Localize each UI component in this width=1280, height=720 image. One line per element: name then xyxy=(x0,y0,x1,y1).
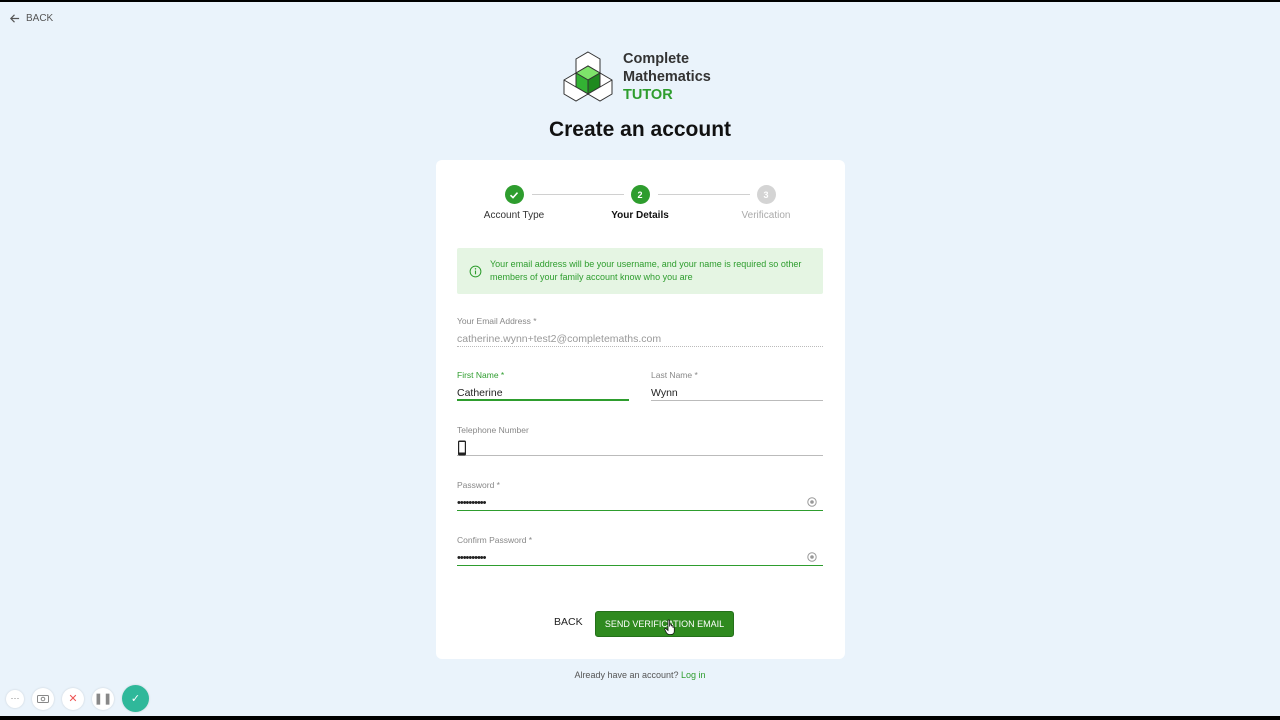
phone-input[interactable] xyxy=(457,440,823,456)
stepper: Account Type 2 Your Details 3 Verificati… xyxy=(436,185,845,230)
camera-icon[interactable] xyxy=(32,687,54,710)
pause-icon[interactable]: ❚❚ xyxy=(92,687,114,710)
check-icon xyxy=(509,191,519,199)
step-1-circle xyxy=(504,185,524,204)
step-2-label: Your Details xyxy=(611,210,669,221)
email-field: Your Email Address * catherine.wynn+test… xyxy=(457,316,823,347)
show-password-icon[interactable] xyxy=(807,497,817,507)
page-title: Create an account xyxy=(548,118,732,141)
finish-recording-icon[interactable]: ✓ xyxy=(122,685,149,712)
step-verification: 3 Verification xyxy=(716,185,816,221)
confirm-password-value: •••••••••• xyxy=(457,552,486,564)
email-input: catherine.wynn+test2@completemaths.com xyxy=(457,331,823,347)
show-confirm-password-icon[interactable] xyxy=(807,552,817,562)
confirm-password-label: Confirm Password * xyxy=(457,535,533,545)
step-3-label: Verification xyxy=(741,210,791,221)
logo: Complete Mathematics TUTOR xyxy=(561,50,711,104)
phone-label: Telephone Number xyxy=(457,425,529,435)
confirm-password-field: Confirm Password * •••••••••• xyxy=(457,535,823,566)
cancel-recording-icon[interactable]: ✕ xyxy=(62,687,84,710)
password-label: Password * xyxy=(457,480,500,490)
phone-field: Telephone Number xyxy=(457,425,823,456)
info-alert: Your email address will be your username… xyxy=(457,248,823,294)
step-1-label: Account Type xyxy=(483,210,545,221)
logo-line-2: Mathematics xyxy=(623,69,711,85)
logo-line-3: TUTOR xyxy=(623,87,673,103)
first-name-input[interactable]: Catherine xyxy=(457,385,629,401)
more-options-icon[interactable]: ⋯ xyxy=(6,689,24,708)
password-field: Password * •••••••••• xyxy=(457,480,823,511)
first-name-label: First Name * xyxy=(457,370,505,380)
step-account-type: Account Type xyxy=(464,185,564,221)
confirm-password-input[interactable]: •••••••••• xyxy=(457,550,823,566)
top-back-link[interactable]: BACK xyxy=(9,13,53,24)
email-label: Your Email Address * xyxy=(457,316,537,326)
hand-cursor-icon xyxy=(664,619,675,635)
password-input[interactable]: •••••••••• xyxy=(457,495,823,511)
last-name-field: Last Name * Wynn xyxy=(651,370,823,401)
info-icon xyxy=(469,265,482,277)
arrow-left-icon xyxy=(9,14,20,23)
logo-text: Complete Mathematics TUTOR xyxy=(623,50,711,104)
step-3-circle: 3 xyxy=(756,185,776,204)
login-prompt-text: Already have an account? xyxy=(574,670,679,680)
info-alert-text: Your email address will be your username… xyxy=(490,259,802,282)
top-back-label: BACK xyxy=(26,13,54,24)
logo-line-1: Complete xyxy=(623,51,690,67)
last-name-label: Last Name * xyxy=(651,370,698,380)
recording-toolbar: ⋯ ✕ ❚❚ ✓ xyxy=(6,685,149,712)
mobile-phone-icon xyxy=(458,440,466,456)
login-link[interactable]: Log in xyxy=(681,670,706,680)
login-prompt: Already have an account? Log in xyxy=(0,670,1280,680)
cube-logo-icon xyxy=(563,51,613,102)
screen: BACK Complete Mathematics TUTOR Create a… xyxy=(0,2,1280,716)
back-button[interactable]: BACK xyxy=(554,616,583,628)
step-your-details: 2 Your Details xyxy=(590,185,690,221)
signup-card: Account Type 2 Your Details 3 Verificati… xyxy=(436,160,845,659)
first-name-field: First Name * Catherine xyxy=(457,370,629,401)
password-value: •••••••••• xyxy=(457,497,486,509)
last-name-input[interactable]: Wynn xyxy=(651,385,823,401)
step-2-circle: 2 xyxy=(630,185,650,204)
